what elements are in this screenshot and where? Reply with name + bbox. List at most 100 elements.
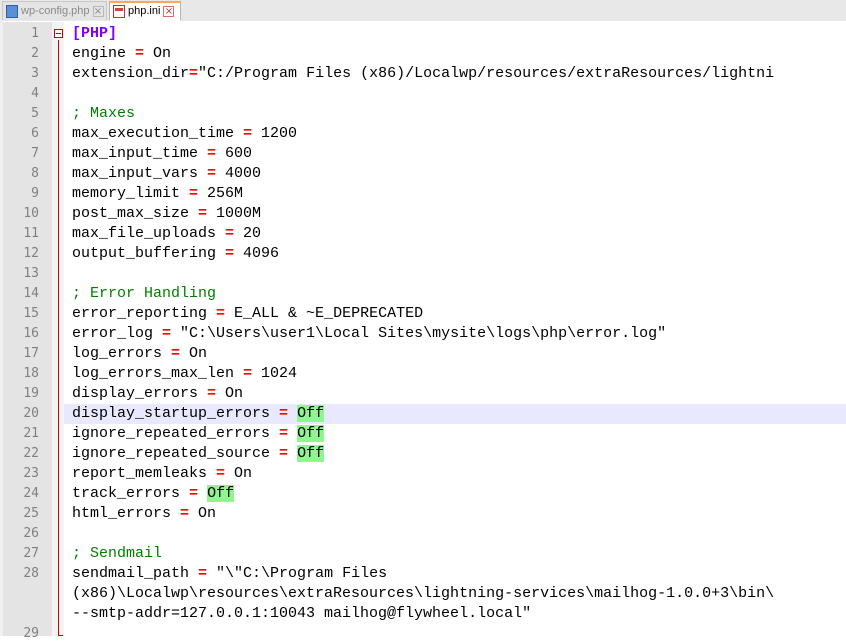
code-line[interactable]: ; Sendmail 27 <box>0 544 846 564</box>
code-line-area[interactable]: (x86)\Localwp\resources\extraResources\l… <box>64 584 846 604</box>
line-number: 27 <box>23 546 39 561</box>
code-line-area[interactable]: max_execution_time = 1200 <box>64 124 846 144</box>
code-line-area[interactable]: log_errors_max_len = 1024 <box>64 364 846 384</box>
code-line[interactable]: 4 <box>0 84 846 104</box>
code-line[interactable]: sendmail_path = "\"C:\Program Files 28 <box>0 564 846 584</box>
code-line[interactable]: report_memleaks = On 23 <box>0 464 846 484</box>
assignment-operator: = <box>207 165 217 182</box>
tab-php-ini[interactable]: php.ini × <box>109 1 181 21</box>
line-number: 23 <box>23 466 39 481</box>
close-icon[interactable]: × <box>92 5 104 17</box>
code-line[interactable]: display_startup_errors = Off 20 <box>0 404 846 424</box>
code-line[interactable]: log_errors = On 17 <box>0 344 846 364</box>
code-line[interactable]: 26 <box>0 524 846 544</box>
code-line[interactable]: memory_limit = 256M 9 <box>0 184 846 204</box>
code-line-area[interactable]: track_errors = Off <box>64 484 846 504</box>
code-line[interactable]: display_errors = On 19 <box>0 384 846 404</box>
ini-file-icon <box>113 4 125 18</box>
code-line[interactable]: (x86)\Localwp\resources\extraResources\l… <box>0 584 846 604</box>
code-line-area[interactable] <box>64 624 846 644</box>
code-line-area[interactable]: display_errors = On <box>64 384 846 404</box>
code-line[interactable]: output_buffering = 4096 12 <box>0 244 846 264</box>
code-text: max_input_time = 600 <box>72 144 252 164</box>
code-line[interactable]: ignore_repeated_source = Off 22 <box>0 444 846 464</box>
line-number: 3 <box>31 66 39 81</box>
assignment-operator: = <box>180 505 190 522</box>
code-line-area[interactable]: max_file_uploads = 20 <box>64 224 846 244</box>
code-line-area[interactable]: error_log = "C:\Users\user1\Local Sites\… <box>64 324 846 344</box>
code-text: max_file_uploads = 20 <box>72 224 261 244</box>
code-line-area[interactable]: sendmail_path = "\"C:\Program Files <box>64 564 846 584</box>
code-line-area[interactable]: max_input_vars = 4000 <box>64 164 846 184</box>
section-header: [PHP] <box>72 25 118 42</box>
code-token: display_startup_errors <box>72 405 280 422</box>
line-number: 15 <box>23 306 39 321</box>
code-line[interactable]: max_file_uploads = 20 11 <box>0 224 846 244</box>
code-token: engine <box>72 45 136 62</box>
code-line[interactable]: ; Error Handling 14 <box>0 284 846 304</box>
code-line[interactable]: max_input_time = 600 7 <box>0 144 846 164</box>
line-number: 29 <box>23 626 39 641</box>
assignment-operator: = <box>189 185 199 202</box>
code-line[interactable]: track_errors = Off 24 <box>0 484 846 504</box>
line-number: 21 <box>23 426 39 441</box>
code-line[interactable]: ignore_repeated_errors = Off 21 <box>0 424 846 444</box>
code-line-area[interactable]: post_max_size = 1000M <box>64 204 846 224</box>
code-line[interactable]: max_input_vars = 4000 8 <box>0 164 846 184</box>
code-token: ignore_repeated_source <box>72 445 280 462</box>
code-line-area[interactable]: ; Error Handling <box>64 284 846 304</box>
fold-minus-icon[interactable] <box>54 29 63 38</box>
line-number: 22 <box>23 446 39 461</box>
code-line[interactable]: [PHP] 1 <box>0 24 846 44</box>
close-icon[interactable]: × <box>163 5 175 17</box>
code-line-area[interactable]: error_reporting = E_ALL & ~E_DEPRECATED <box>64 304 846 324</box>
code-line[interactable]: ; Maxes 5 <box>0 104 846 124</box>
line-number: 26 <box>23 526 39 541</box>
code-line[interactable]: extension_dir="C:/Program Files (x86)/Lo… <box>0 64 846 84</box>
code-token: 1000M <box>207 205 262 222</box>
code-line-area[interactable]: engine = On <box>64 44 846 64</box>
code-line-area[interactable]: ignore_repeated_errors = Off <box>64 424 846 444</box>
code-line-area[interactable]: display_startup_errors = Off <box>64 404 846 424</box>
line-number: 7 <box>31 146 39 161</box>
code-line[interactable]: max_execution_time = 1200 6 <box>0 124 846 144</box>
code-line-area[interactable]: ignore_repeated_source = Off <box>64 444 846 464</box>
code-line-area[interactable]: log_errors = On <box>64 344 846 364</box>
highlighted-value: Off <box>297 405 325 422</box>
code-line-area[interactable]: memory_limit = 256M <box>64 184 846 204</box>
code-line-area[interactable] <box>64 524 846 544</box>
highlighted-value: Off <box>297 425 325 442</box>
code-line-area[interactable]: report_memleaks = On <box>64 464 846 484</box>
code-line-area[interactable]: output_buffering = 4096 <box>64 244 846 264</box>
code-line-area[interactable]: ; Sendmail <box>64 544 846 564</box>
code-line[interactable]: post_max_size = 1000M 10 <box>0 204 846 224</box>
code-line-area[interactable]: [PHP] <box>64 24 846 44</box>
code-line-area[interactable]: html_errors = On <box>64 504 846 524</box>
code-text: (x86)\Localwp\resources\extraResources\l… <box>72 584 774 604</box>
code-line[interactable]: engine = On 2 <box>0 44 846 64</box>
code-line-area[interactable]: max_input_time = 600 <box>64 144 846 164</box>
code-line[interactable]: --smtp-addr=127.0.0.1:10043 mailhog@flyw… <box>0 604 846 624</box>
code-token: 1200 <box>252 125 298 142</box>
code-line-area[interactable]: extension_dir="C:/Program Files (x86)/Lo… <box>64 64 846 84</box>
code-line[interactable]: log_errors_max_len = 1024 18 <box>0 364 846 384</box>
code-line[interactable]: error_log = "C:\Users\user1\Local Sites\… <box>0 324 846 344</box>
code-line[interactable]: error_reporting = E_ALL & ~E_DEPRECATED 1… <box>0 304 846 324</box>
code-line[interactable]: 29 <box>0 624 846 644</box>
tab-wp-config[interactable]: wp-config.php × <box>2 1 107 20</box>
code-token: extension_dir <box>72 65 190 82</box>
code-line-area[interactable] <box>64 264 846 284</box>
code-line-area[interactable]: ; Maxes <box>64 104 846 124</box>
code-line-area[interactable]: --smtp-addr=127.0.0.1:10043 mailhog@flyw… <box>64 604 846 624</box>
code-line[interactable]: html_errors = On 25 <box>0 504 846 524</box>
code-line[interactable]: 13 <box>0 264 846 284</box>
code-text: ; Maxes <box>72 104 135 124</box>
code-text: error_reporting = E_ALL & ~E_DEPRECATED <box>72 304 423 324</box>
code-token: On <box>216 385 244 402</box>
line-number: 20 <box>23 406 39 421</box>
code-line-area[interactable] <box>64 84 846 104</box>
code-token: 4000 <box>216 165 262 182</box>
assignment-operator: = <box>198 205 208 222</box>
